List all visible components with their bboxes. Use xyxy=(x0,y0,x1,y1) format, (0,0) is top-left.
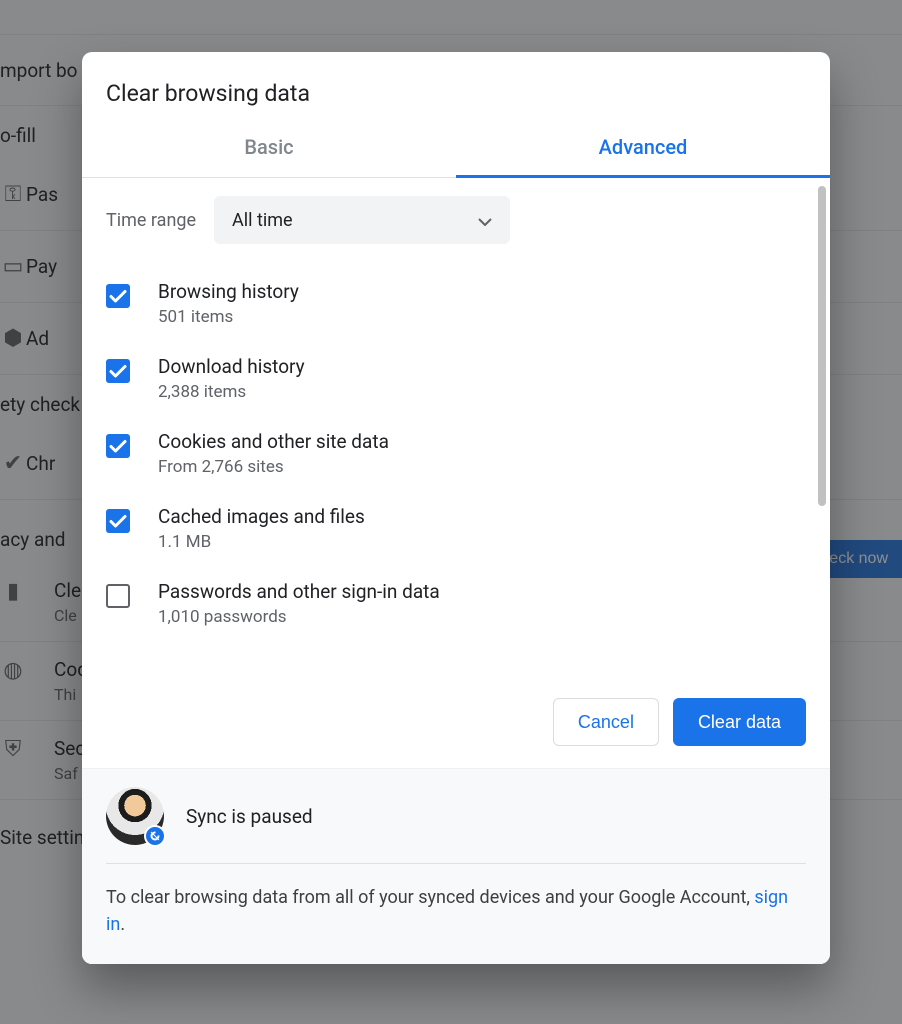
time-range-select[interactable]: All time xyxy=(214,196,510,244)
clear-browsing-data-dialog: Clear browsing data Basic Advanced Time … xyxy=(82,52,830,964)
clear-option-subtitle: 2,388 items xyxy=(158,382,305,402)
tab-basic[interactable]: Basic xyxy=(82,121,456,177)
cancel-button[interactable]: Cancel xyxy=(553,698,659,746)
sync-paused-badge-icon xyxy=(144,825,166,847)
clear-data-button[interactable]: Clear data xyxy=(673,698,806,746)
clear-option-row: Browsing history 501 items xyxy=(106,270,806,345)
sync-info-box: Sync is paused To clear browsing data fr… xyxy=(82,768,830,964)
scrollbar[interactable] xyxy=(818,186,826,506)
clear-option-row: Cookies and other site data From 2,766 si… xyxy=(106,420,806,495)
clear-option-title: Browsing history xyxy=(158,280,299,303)
user-avatar xyxy=(106,787,164,845)
chevron-down-icon xyxy=(478,210,492,231)
clear-option-checkbox[interactable] xyxy=(106,284,130,308)
tab-advanced[interactable]: Advanced xyxy=(456,121,830,178)
clear-option-subtitle: 1,010 passwords xyxy=(158,607,440,627)
clear-option-subtitle: 501 items xyxy=(158,307,299,327)
clear-option-checkbox[interactable] xyxy=(106,434,130,458)
dialog-actions: Cancel Clear data xyxy=(82,688,830,768)
sync-status-label: Sync is paused xyxy=(186,805,313,828)
dialog-body: Time range All time Browsing history 501 … xyxy=(82,178,830,688)
clear-option-checkbox[interactable] xyxy=(106,584,130,608)
sync-message: To clear browsing data from all of your … xyxy=(106,884,806,938)
clear-option-title: Cookies and other site data xyxy=(158,430,389,453)
clear-option-row: Download history 2,388 items xyxy=(106,345,806,420)
clear-option-subtitle: From 2,766 sites xyxy=(158,457,389,477)
time-range-label: Time range xyxy=(106,210,196,231)
clear-option-checkbox[interactable] xyxy=(106,509,130,533)
sync-message-period: . xyxy=(120,914,125,935)
clear-option-title: Passwords and other sign-in data xyxy=(158,580,440,603)
sync-message-text: To clear browsing data from all of your … xyxy=(106,887,754,908)
clear-option-subtitle: 1.1 MB xyxy=(158,532,365,552)
dialog-title: Clear browsing data xyxy=(82,52,830,121)
dialog-tabs: Basic Advanced xyxy=(82,121,830,178)
clear-option-row: Cached images and files 1.1 MB xyxy=(106,495,806,570)
clear-option-checkbox[interactable] xyxy=(106,359,130,383)
clear-option-row: Passwords and other sign-in data 1,010 pa… xyxy=(106,570,806,645)
clear-option-title: Download history xyxy=(158,355,305,378)
clear-option-title: Cached images and files xyxy=(158,505,365,528)
time-range-value: All time xyxy=(232,210,293,231)
